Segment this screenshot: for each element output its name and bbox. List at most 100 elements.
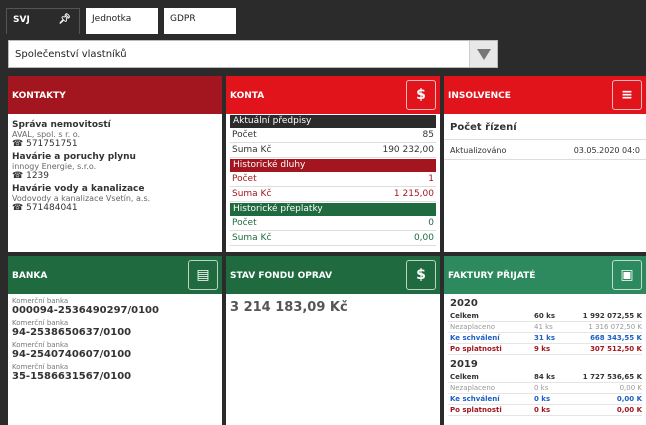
faktury-row-label: Po splatnosti xyxy=(450,345,502,353)
contact-phone-number: 1239 xyxy=(26,171,49,181)
faktury-row-label: Nezaplaceno xyxy=(450,384,496,392)
konta-row: Suma Kč 0,00 xyxy=(230,231,436,246)
konta-row: Suma Kč 190 232,00 xyxy=(230,143,436,158)
konta-row-label: Počet xyxy=(232,174,257,184)
contact-phone-number: 571484041 xyxy=(26,203,78,213)
faktury-row-amount: 307 512,50 K xyxy=(590,345,642,353)
card-banka: BANKA ▤ Komerční banka 000094-2536490297/… xyxy=(8,256,222,425)
card-konta-title: KONTA xyxy=(230,91,265,101)
faktury-row: Celkem 60 ks 1 992 072,55 K xyxy=(448,311,642,322)
konta-section-header[interactable]: Historické dluhy xyxy=(230,159,436,172)
faktury-row-amount: 1 727 536,65 K xyxy=(582,373,642,381)
konta-row-label: Suma Kč xyxy=(232,145,272,155)
entity-select[interactable]: Společenství vlastníků xyxy=(8,40,498,68)
select-row: Společenství vlastníků xyxy=(0,34,646,74)
card-kontakty: KONTAKTY Správa nemovitostí AVAL, spol. … xyxy=(8,76,222,252)
bank-account-number: 000094-2536490297/0100 xyxy=(12,305,159,316)
phone-icon: ☎ xyxy=(12,139,24,149)
faktury-row-amount: 668 343,55 K xyxy=(590,334,642,342)
konta-section-header[interactable]: Aktuální předpisy xyxy=(230,115,436,128)
bank-name: Komerční banka xyxy=(12,319,69,327)
faktury-row-label: Ke schválení xyxy=(450,395,500,403)
pin-icon[interactable]: 📌︎ xyxy=(58,14,71,25)
card-kontakty-header[interactable]: KONTAKTY xyxy=(8,76,222,114)
card-konta-header[interactable]: KONTA $ xyxy=(226,76,440,114)
konta-row-value: 0 xyxy=(428,218,434,228)
konta-row-label: Počet xyxy=(232,218,257,228)
card-banka-header[interactable]: BANKA ▤ xyxy=(8,256,222,294)
konta-section-header[interactable]: Historické přeplatky xyxy=(230,203,436,216)
faktury-row-amount: 0,00 K xyxy=(616,395,642,403)
faktury-row-label: Nezaplaceno xyxy=(450,323,496,331)
contact-firm: innogy Energie, s.r.o. xyxy=(12,162,97,171)
tab-svj-label: SVJ xyxy=(13,15,30,25)
tab-svj[interactable]: SVJ 📌︎ xyxy=(6,8,80,34)
faktury-row[interactable]: Po splatnosti 9 ks 307 512,50 K xyxy=(448,344,642,355)
bank-account-number: 35-1586631567/0100 xyxy=(12,371,132,382)
konta-row-value: 190 232,00 xyxy=(382,145,434,155)
insolvence-updated-label: Aktualizováno xyxy=(450,146,507,155)
contact-phone-number: 571751751 xyxy=(26,139,78,149)
faktury-row-label: Celkem xyxy=(450,373,479,381)
konta-row: Počet 0 xyxy=(230,216,436,231)
bank-account: Komerční banka 35-1586631567/0100 xyxy=(8,360,222,382)
contact-phone[interactable]: ☎ 571751751 xyxy=(12,139,218,149)
contact-item: Havárie vody a kanalizace Vodovody a kan… xyxy=(12,184,218,213)
card-banka-title: BANKA xyxy=(12,271,48,281)
money-bag-icon: $ xyxy=(406,260,436,290)
faktury-row[interactable]: Ke schválení 31 ks 668 343,55 K xyxy=(448,333,642,344)
contact-phone[interactable]: ☎ 571484041 xyxy=(12,203,218,213)
insolvence-heading: Počet řízení xyxy=(444,114,646,140)
contact-list: Správa nemovitostí AVAL, spol. s r. o. ☎… xyxy=(8,114,222,213)
faktury-row-amount: 0,00 K xyxy=(619,384,642,392)
konta-row-label: Suma Kč xyxy=(232,233,272,243)
faktury-row[interactable]: Ke schválení 0 ks 0,00 K xyxy=(448,394,642,405)
tab-bar: SVJ 📌︎ Jednotka GDPR xyxy=(0,0,646,34)
tab-gdpr[interactable]: GDPR xyxy=(164,8,236,34)
faktury-row-count: 0 ks xyxy=(534,406,551,414)
card-fond-header[interactable]: STAV FONDU OPRAV $ xyxy=(226,256,440,294)
faktury-row-count: 9 ks xyxy=(534,345,551,353)
faktury-row[interactable]: Po splatnosti 0 ks 0,00 K xyxy=(448,405,642,416)
select-dropdown-button[interactable] xyxy=(469,41,497,67)
card-insolvence-header[interactable]: INSOLVENCE ≡ xyxy=(444,76,646,114)
bank-account: Komerční banka 94-2538650637/0100 xyxy=(8,316,222,338)
faktury-row-count: 0 ks xyxy=(534,395,551,403)
money-icon: $ xyxy=(406,80,436,110)
chevron-down-icon xyxy=(477,49,491,60)
konta-row-value: 1 215,00 xyxy=(393,189,434,199)
bank-account: Komerční banka 000094-2536490297/0100 xyxy=(8,294,222,316)
bank-account-number: 94-2538650637/0100 xyxy=(12,327,132,338)
konta-row: Počet 1 xyxy=(230,172,436,187)
konta-row-label: Suma Kč xyxy=(232,189,272,199)
card-fond-title: STAV FONDU OPRAV xyxy=(230,271,333,281)
konta-row-value: 85 xyxy=(422,130,434,140)
faktury-row: Celkem 84 ks 1 727 536,65 K xyxy=(448,372,642,383)
fond-amount: 3 214 183,09 Kč xyxy=(230,300,348,315)
phone-icon: ☎ xyxy=(12,203,24,213)
contact-name: Havárie a poruchy plynu xyxy=(12,152,136,162)
contact-item: Správa nemovitostí AVAL, spol. s r. o. ☎… xyxy=(12,120,218,149)
faktury-row-count: 84 ks xyxy=(534,373,555,381)
faktury-row-amount: 1 992 072,55 K xyxy=(582,312,642,320)
contact-item: Havárie a poruchy plynu innogy Energie, … xyxy=(12,152,218,181)
faktury-row-label: Po splatnosti xyxy=(450,406,502,414)
bank-account: Komerční banka 94-2540740607/0100 xyxy=(8,338,222,360)
card-insolvence-title: INSOLVENCE xyxy=(448,91,511,101)
card-konta: KONTA $ Aktuální předpisy Počet 85 Suma K… xyxy=(226,76,440,252)
document-icon: ≡ xyxy=(612,80,642,110)
konta-table: Aktuální předpisy Počet 85 Suma Kč 190 232… xyxy=(226,115,440,246)
faktury-row: Nezaplaceno 41 ks 1 316 072,50 K xyxy=(448,322,642,333)
faktury-row-amount: 1 316 072,50 K xyxy=(588,323,642,331)
bank-name: Komerční banka xyxy=(12,297,69,305)
card-kontakty-title: KONTAKTY xyxy=(12,91,66,101)
faktury-row-count: 41 ks xyxy=(534,323,553,331)
card-faktury-header[interactable]: FAKTURY PŘIJATÉ ▣ xyxy=(444,256,646,294)
contact-phone[interactable]: ☎ 1239 xyxy=(12,171,218,181)
bank-account-number: 94-2540740607/0100 xyxy=(12,349,132,360)
tab-gdpr-label: GDPR xyxy=(170,14,196,24)
contact-name: Správa nemovitostí xyxy=(12,120,111,130)
faktury-row-amount: 0,00 K xyxy=(616,406,642,414)
tab-jednotka[interactable]: Jednotka xyxy=(86,8,158,34)
bank-name: Komerční banka xyxy=(12,363,69,371)
